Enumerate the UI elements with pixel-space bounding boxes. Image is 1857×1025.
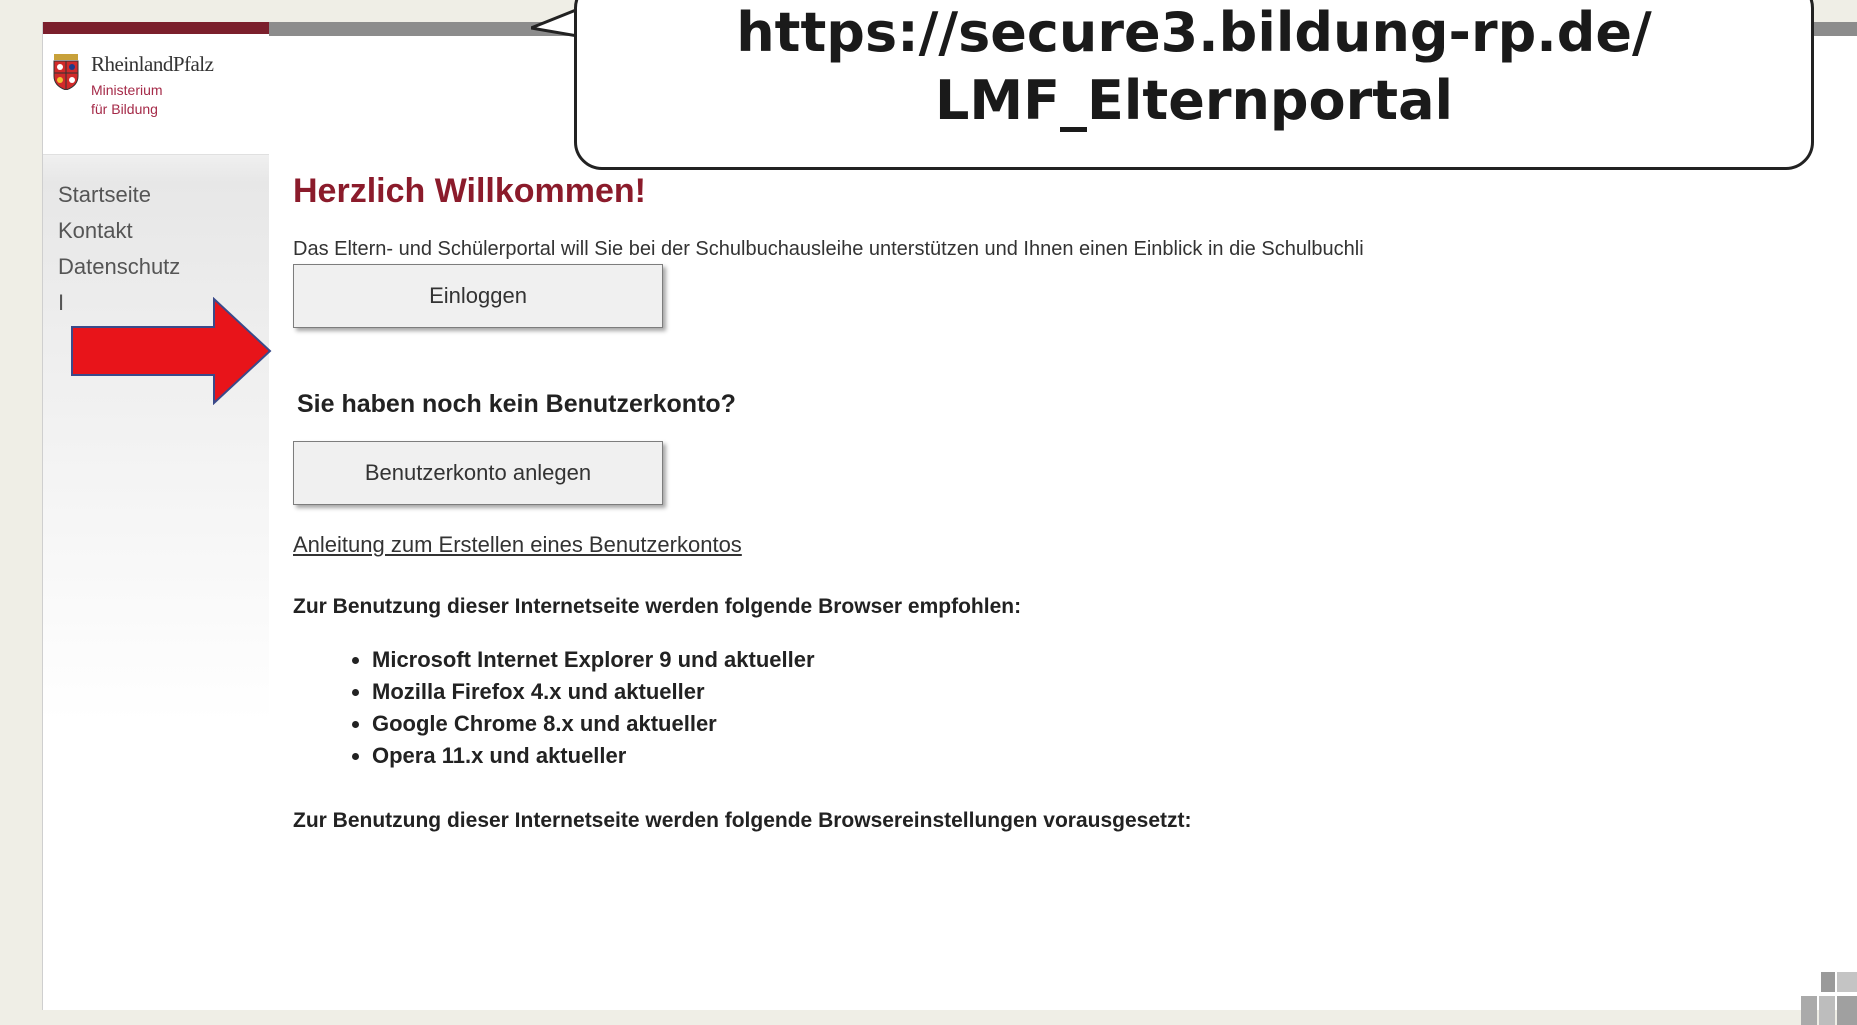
browser-settings-text: Zur Benutzung dieser Internetseite werde…: [293, 809, 1192, 832]
sidebar-item-startseite[interactable]: Startseite: [58, 182, 180, 208]
slide-corner-decoration: [1801, 972, 1857, 1025]
browser-recommendation-text: Zur Benutzung dieser Internetseite werde…: [293, 595, 1022, 618]
login-button[interactable]: Einloggen: [293, 264, 663, 328]
list-item: Google Chrome 8.x und aktueller: [372, 708, 815, 740]
main-content: Herzlich Willkommen! Das Eltern- und Sch…: [293, 22, 1857, 1010]
page-title: Herzlich Willkommen!: [293, 172, 646, 210]
no-account-heading: Sie haben noch kein Benutzerkonto?: [297, 390, 736, 418]
callout-url-line2: LMF_Elternportal: [934, 69, 1454, 132]
sidebar: RheinlandPfalz Ministerium für Bildung S…: [43, 22, 269, 1010]
sidebar-accent-bar: [43, 22, 269, 34]
create-account-button[interactable]: Benutzerkonto anlegen: [293, 441, 663, 505]
coat-of-arms-icon: [53, 54, 79, 90]
sidebar-item-kontakt[interactable]: Kontakt: [58, 218, 180, 244]
account-guide-link[interactable]: Anleitung zum Erstellen eines Benutzerko…: [293, 532, 742, 558]
browser-page: RheinlandPfalz Ministerium für Bildung S…: [42, 22, 1857, 1010]
list-item: Microsoft Internet Explorer 9 und aktuel…: [372, 644, 815, 676]
list-item: Mozilla Firefox 4.x und aktueller: [372, 676, 815, 708]
logo[interactable]: RheinlandPfalz Ministerium für Bildung: [43, 34, 269, 155]
logo-department: für Bildung: [91, 101, 158, 117]
callout-url-line1: https://secure3.bildung-rp.de/: [736, 1, 1652, 64]
intro-text: Das Eltern- und Schülerportal will Sie b…: [293, 238, 1364, 260]
url-callout: https://secure3.bildung-rp.de/ LMF_Elter…: [574, 0, 1814, 170]
browser-list: Microsoft Internet Explorer 9 und aktuel…: [348, 644, 815, 772]
logo-ministry: Ministerium: [91, 82, 163, 98]
list-item: Opera 11.x und aktueller: [372, 740, 815, 772]
sidebar-item-datenschutz[interactable]: Datenschutz: [58, 254, 180, 280]
red-arrow-icon: [71, 297, 272, 405]
logo-name: RheinlandPfalz: [91, 52, 214, 76]
